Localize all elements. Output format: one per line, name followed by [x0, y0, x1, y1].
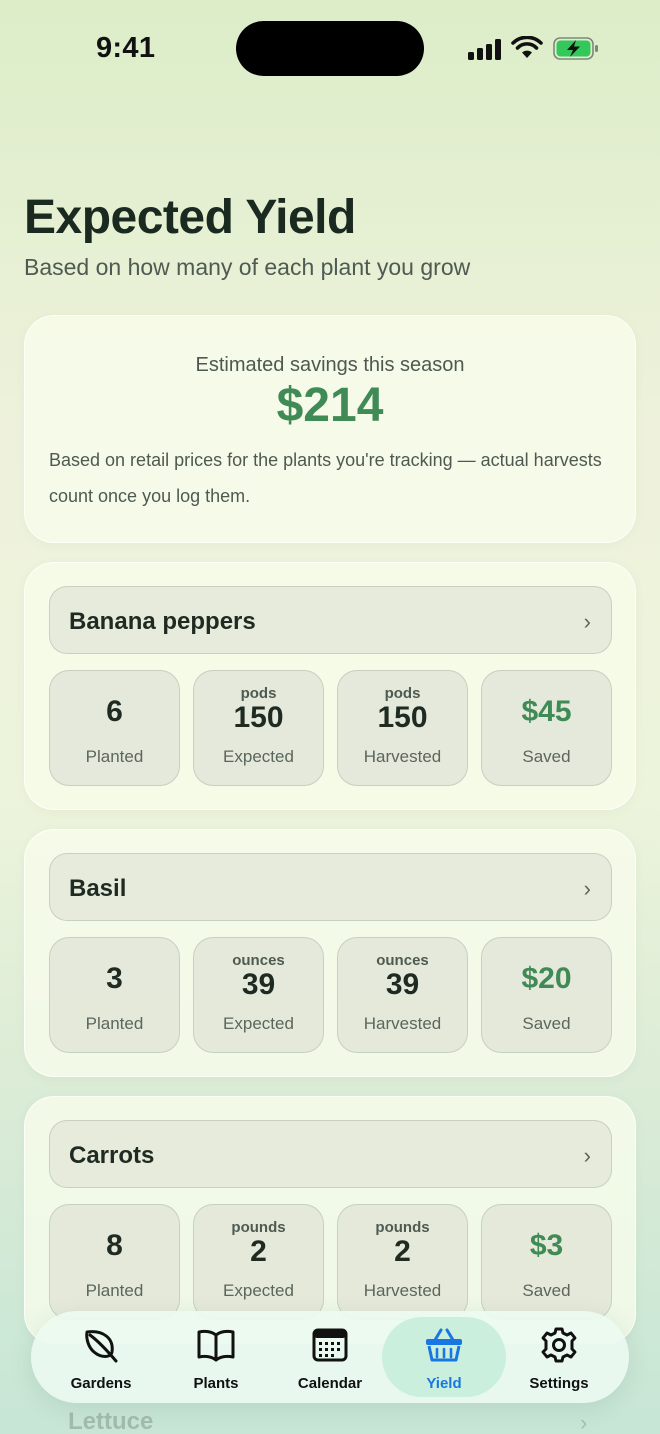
- stat-expected: ounces 39 Expected: [193, 937, 324, 1053]
- plant-name: Banana peppers: [69, 608, 256, 635]
- stat-saved: $45 Saved: [481, 670, 612, 786]
- stat-unit: ounces: [376, 952, 429, 969]
- page-title: Expected Yield: [24, 191, 356, 244]
- stat-value: 39: [385, 968, 420, 1001]
- wifi-icon: [511, 36, 543, 58]
- stat-value: 150: [377, 701, 428, 734]
- stat-value: 39: [241, 968, 276, 1001]
- stat-label: Saved: [522, 747, 571, 766]
- plant-card: Carrots › 8 Planted pounds 2 Expected po…: [24, 1096, 636, 1344]
- tab-label: Plants: [193, 1375, 239, 1392]
- stat-unit: pods: [384, 685, 421, 702]
- stat-saved: $3 Saved: [481, 1204, 612, 1320]
- tab-bar: Gardens Plants Calendar Yield Settings: [31, 1311, 629, 1403]
- stat-harvested: pods 150 Harvested: [337, 670, 468, 786]
- tab-gardens[interactable]: Gardens: [39, 1317, 163, 1397]
- leaf-icon: [85, 1330, 118, 1363]
- stat-unit: pounds: [231, 1219, 286, 1236]
- stat-expected: pods 150 Expected: [193, 670, 324, 786]
- plant-row-banana-peppers[interactable]: Banana peppers ›: [49, 586, 612, 654]
- savings-label: Estimated savings this season: [195, 354, 465, 376]
- stat-label: Expected: [223, 747, 294, 766]
- chevron-right-icon: ›: [583, 609, 591, 634]
- plant-card: Basil › 3 Planted ounces 39 Expected oun…: [24, 829, 636, 1077]
- plant-row-basil[interactable]: Basil ›: [49, 853, 612, 921]
- basket-icon: [426, 1328, 462, 1362]
- tab-label: Calendar: [297, 1375, 363, 1392]
- stat-label: Planted: [85, 747, 144, 766]
- stat-value: 150: [233, 701, 284, 734]
- plant-name-peek[interactable]: Lettuce: [68, 1408, 153, 1434]
- stat-value: 2: [394, 1235, 411, 1268]
- plant-card: Banana peppers › 6 Planted pods 150 Expe…: [24, 562, 636, 810]
- stat-label: Expected: [223, 1281, 294, 1300]
- stat-value: 6: [106, 695, 123, 728]
- stat-unit: pounds: [375, 1219, 430, 1236]
- stat-label: Harvested: [363, 1014, 442, 1033]
- stat-label: Planted: [85, 1281, 144, 1300]
- tab-settings[interactable]: Settings: [497, 1317, 621, 1397]
- stat-unit: pods: [240, 685, 277, 702]
- status-bar: 9:41: [0, 0, 660, 96]
- stat-label: Saved: [522, 1281, 571, 1300]
- battery-charging-icon: [553, 37, 598, 60]
- stat-label: Harvested: [363, 1281, 442, 1300]
- chevron-right-icon: ›: [583, 876, 591, 901]
- stat-expected: pounds 2 Expected: [193, 1204, 324, 1320]
- plant-name: Carrots: [69, 1142, 155, 1169]
- stat-harvested: pounds 2 Harvested: [337, 1204, 468, 1320]
- stat-value: 2: [250, 1235, 267, 1268]
- stat-label: Planted: [85, 1014, 144, 1033]
- plant-stats: 3 Planted ounces 39 Expected ounces 39 H…: [49, 937, 612, 1053]
- tab-yield[interactable]: Yield: [382, 1317, 506, 1397]
- stat-value: $45: [521, 695, 572, 728]
- chevron-right-icon: ›: [583, 1143, 591, 1168]
- tab-calendar[interactable]: Calendar: [268, 1317, 392, 1397]
- cellular-signal-icon: [468, 38, 502, 60]
- status-time: 9:41: [96, 32, 156, 64]
- plant-row-carrots[interactable]: Carrots ›: [49, 1120, 612, 1188]
- page-subtitle: Based on how many of each plant you grow: [24, 254, 471, 280]
- savings-value: $214: [276, 379, 384, 432]
- stat-harvested: ounces 39 Harvested: [337, 937, 468, 1053]
- tab-plants[interactable]: Plants: [154, 1317, 278, 1397]
- stat-planted: 6 Planted: [49, 670, 180, 786]
- stat-label: Harvested: [363, 747, 442, 766]
- stat-label: Expected: [223, 1014, 294, 1033]
- stat-value: $20: [521, 962, 572, 995]
- plant-name: Basil: [69, 875, 127, 902]
- stat-planted: 8 Planted: [49, 1204, 180, 1320]
- stat-label: Saved: [522, 1014, 571, 1033]
- book-icon: [197, 1329, 235, 1362]
- gear-icon: [541, 1327, 577, 1363]
- plant-stats: 6 Planted pods 150 Expected pods 150 Har…: [49, 670, 612, 786]
- tab-label: Gardens: [70, 1375, 132, 1392]
- stat-saved: $20 Saved: [481, 937, 612, 1053]
- stat-planted: 3 Planted: [49, 937, 180, 1053]
- plant-stats: 8 Planted pounds 2 Expected pounds 2 Har…: [49, 1204, 612, 1320]
- chevron-right-icon: ›: [580, 1410, 588, 1434]
- stat-value: $3: [529, 1229, 564, 1262]
- tab-label: Settings: [529, 1375, 589, 1392]
- calendar-icon: [312, 1328, 348, 1362]
- dynamic-island: [236, 21, 424, 76]
- tab-label: Yield: [426, 1375, 462, 1392]
- savings-note: Based on retail prices for the plants yo…: [49, 450, 602, 506]
- stat-value: 8: [106, 1229, 123, 1262]
- stat-value: 3: [106, 962, 123, 995]
- stat-unit: ounces: [232, 952, 285, 969]
